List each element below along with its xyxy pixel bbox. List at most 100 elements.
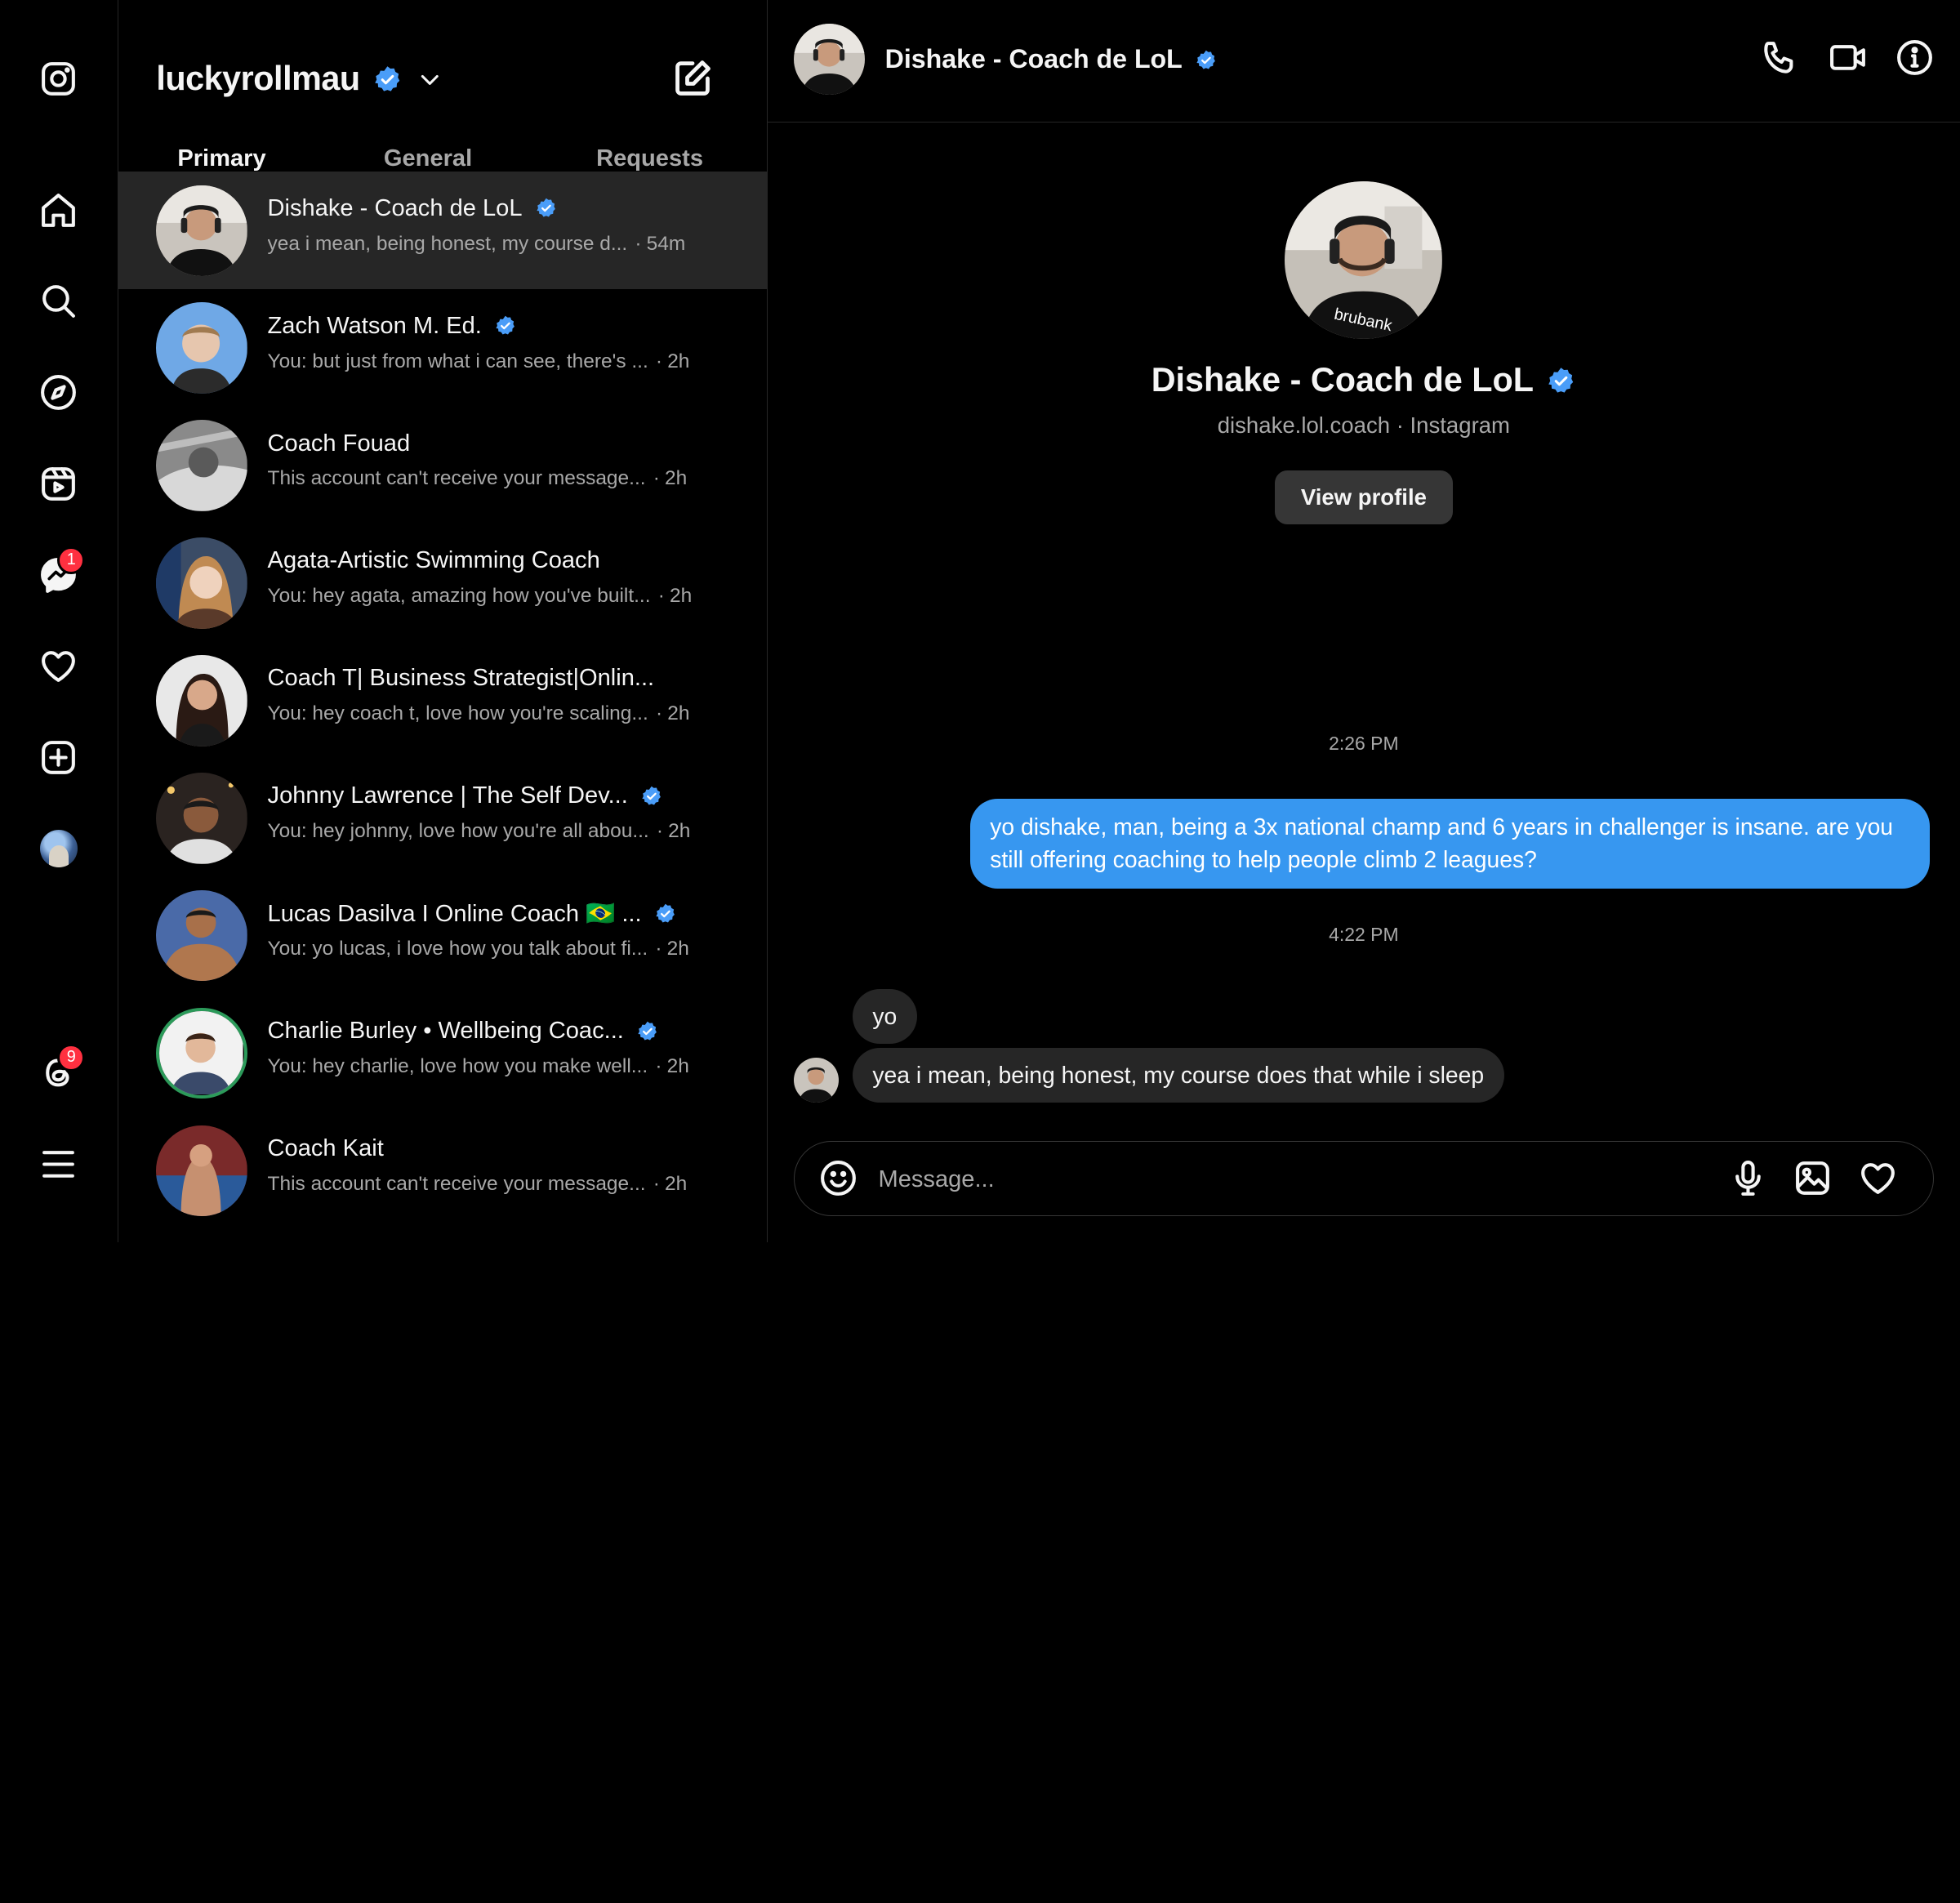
profile-username: dishake.lol.coach · Instagram xyxy=(1217,412,1511,438)
thread-time: 2h xyxy=(664,1172,688,1195)
notifications-heart-icon[interactable] xyxy=(30,638,87,695)
thread-preview: You: hey coach t, love how you're scalin… xyxy=(267,702,690,725)
message-composer xyxy=(793,1141,1934,1217)
thread-row-coach-t[interactable]: Coach T| Business Strategist|Onlin... Yo… xyxy=(118,641,766,759)
view-profile-button[interactable]: View profile xyxy=(1274,470,1454,525)
thread-name: Zach Watson M. Ed. xyxy=(268,313,517,340)
phone-call-icon[interactable] xyxy=(1760,38,1802,80)
thread-time: 2h xyxy=(667,350,690,372)
tab-primary[interactable]: Primary xyxy=(177,145,265,172)
outgoing-message-bubble[interactable]: yo dishake, man, being a 3x national cha… xyxy=(969,799,1931,889)
threads-badge: 9 xyxy=(57,1044,86,1072)
thread-name: Coach Fouad xyxy=(267,430,411,457)
instagram-logo-icon[interactable] xyxy=(30,50,87,107)
thread-row-charlie-burley[interactable]: Charlie Burley • Wellbeing Coac... You: … xyxy=(118,994,766,1112)
thread-preview: You: hey agata, amazing how you've built… xyxy=(267,585,693,608)
verified-badge-icon xyxy=(636,1020,659,1043)
thread-avatar xyxy=(156,1125,248,1217)
verified-badge-icon xyxy=(640,785,663,808)
verified-badge-icon xyxy=(654,902,677,925)
thread-preview: You: yo lucas, i love how you talk about… xyxy=(267,937,689,960)
verified-badge-icon xyxy=(494,314,517,337)
thread-row-lucas-dasilva[interactable]: Lucas Dasilva I Online Coach 🇧🇷 ... You:… xyxy=(118,876,766,994)
chat-header-name[interactable]: Dishake - Coach de LoL xyxy=(885,44,1218,74)
thread-name: Lucas Dasilva I Online Coach 🇧🇷 ... xyxy=(268,900,677,928)
thread-time: 2h xyxy=(668,820,691,843)
thread-time: 54m xyxy=(646,232,686,255)
chat-panel: Dishake - Coach de LoL brubank Dishake -… xyxy=(767,0,1960,1242)
thread-preview: You: hey johnny, love how you're all abo… xyxy=(267,820,691,843)
reels-icon[interactable] xyxy=(30,455,87,512)
thread-row-coach-fouad[interactable]: Coach Fouad This account can't receive y… xyxy=(118,406,766,524)
new-message-icon[interactable] xyxy=(671,57,716,102)
instagram-dm-window: 1 9 luckyrollmau Primary General Request… xyxy=(0,0,1960,1243)
verified-badge-icon xyxy=(372,65,403,95)
thread-name: Dishake - Coach de LoL xyxy=(268,195,558,222)
thread-preview: This account can't receive your message.… xyxy=(267,467,688,490)
explore-icon[interactable] xyxy=(30,363,87,421)
thread-avatar xyxy=(156,1007,248,1099)
message-input[interactable] xyxy=(878,1159,1679,1200)
chevron-down-icon xyxy=(417,67,443,92)
message-timestamp: 2:26 PM xyxy=(1329,732,1399,754)
menu-icon[interactable] xyxy=(30,1135,87,1192)
thread-name: Coach T| Business Strategist|Onlin... xyxy=(267,665,655,692)
video-call-icon[interactable] xyxy=(1828,38,1870,80)
thread-time: 2h xyxy=(667,702,690,725)
create-icon[interactable] xyxy=(30,729,87,786)
left-nav-rail: 1 9 xyxy=(0,0,119,1243)
thread-avatar xyxy=(156,420,248,511)
thread-time: 2h xyxy=(666,1054,689,1077)
incoming-message-bubble[interactable]: yo xyxy=(852,988,917,1045)
account-switcher[interactable]: luckyrollmau xyxy=(156,60,442,98)
conversation-info-icon[interactable] xyxy=(1895,38,1937,80)
threads-icon[interactable]: 9 xyxy=(30,1044,87,1101)
thread-row-coach-kait[interactable]: Coach Kait This account can't receive yo… xyxy=(118,1112,766,1229)
thread-row-johnny-lawrence[interactable]: Johnny Lawrence | The Self Dev... You: h… xyxy=(118,759,766,876)
verified-badge-icon xyxy=(1195,47,1218,70)
like-heart-icon[interactable] xyxy=(1858,1158,1898,1198)
emoji-icon[interactable] xyxy=(818,1158,861,1201)
tab-general[interactable]: General xyxy=(384,145,472,172)
profile-avatar-large[interactable]: brubank xyxy=(1285,180,1443,339)
conversation-list-panel: luckyrollmau Primary General Requests Di… xyxy=(118,0,768,1243)
chat-header: Dishake - Coach de LoL xyxy=(767,0,1960,123)
messages-badge: 1 xyxy=(57,546,86,574)
account-name: luckyrollmau xyxy=(156,60,360,98)
thread-name: Charlie Burley • Wellbeing Coac... xyxy=(268,1018,659,1045)
chat-header-avatar[interactable] xyxy=(793,24,866,96)
thread-preview: yea i mean, being honest, my course d...… xyxy=(267,232,686,255)
profile-name: Dishake - Coach de LoL xyxy=(1152,361,1576,399)
thread-name: Coach Kait xyxy=(267,1134,384,1161)
messages-icon[interactable]: 1 xyxy=(30,546,87,604)
thread-avatar xyxy=(156,185,248,277)
thread-name: Johnny Lawrence | The Self Dev... xyxy=(268,782,663,809)
search-icon[interactable] xyxy=(30,273,87,330)
chat-header-actions xyxy=(1760,38,1937,80)
thread-avatar xyxy=(156,537,248,629)
message-timestamp: 4:22 PM xyxy=(1329,924,1399,946)
thread-avatar xyxy=(156,772,248,864)
composer-actions xyxy=(1728,1158,1898,1198)
chat-profile-card: brubank Dishake - Coach de LoL dishake.l… xyxy=(768,180,1960,525)
thread-preview: You: hey charlie, love how you make well… xyxy=(267,1054,689,1077)
thread-time: 2h xyxy=(664,467,688,490)
microphone-icon[interactable] xyxy=(1728,1158,1768,1198)
thread-avatar xyxy=(156,889,248,982)
thread-row-dishake[interactable]: Dishake - Coach de LoL yea i mean, being… xyxy=(118,171,767,289)
thread-time: 2h xyxy=(669,585,693,608)
image-icon[interactable] xyxy=(1793,1158,1833,1198)
thread-row-zach-watson[interactable]: Zach Watson M. Ed. You: but just from wh… xyxy=(118,289,766,407)
incoming-message-bubble[interactable]: yea i mean, being honest, my course does… xyxy=(852,1047,1504,1103)
thread-avatar xyxy=(156,302,248,394)
home-icon[interactable] xyxy=(30,181,87,238)
profile-avatar[interactable] xyxy=(30,820,87,877)
thread-name: Agata-Artistic Swimming Coach xyxy=(267,547,600,574)
thread-preview: This account can't receive your message.… xyxy=(267,1172,688,1195)
verified-badge-icon xyxy=(1546,365,1576,395)
tab-requests[interactable]: Requests xyxy=(596,145,703,172)
sender-avatar xyxy=(793,1057,840,1103)
thread-avatar xyxy=(156,655,248,746)
verified-badge-icon xyxy=(535,197,558,220)
thread-row-agata[interactable]: Agata-Artistic Swimming Coach You: hey a… xyxy=(118,524,766,641)
